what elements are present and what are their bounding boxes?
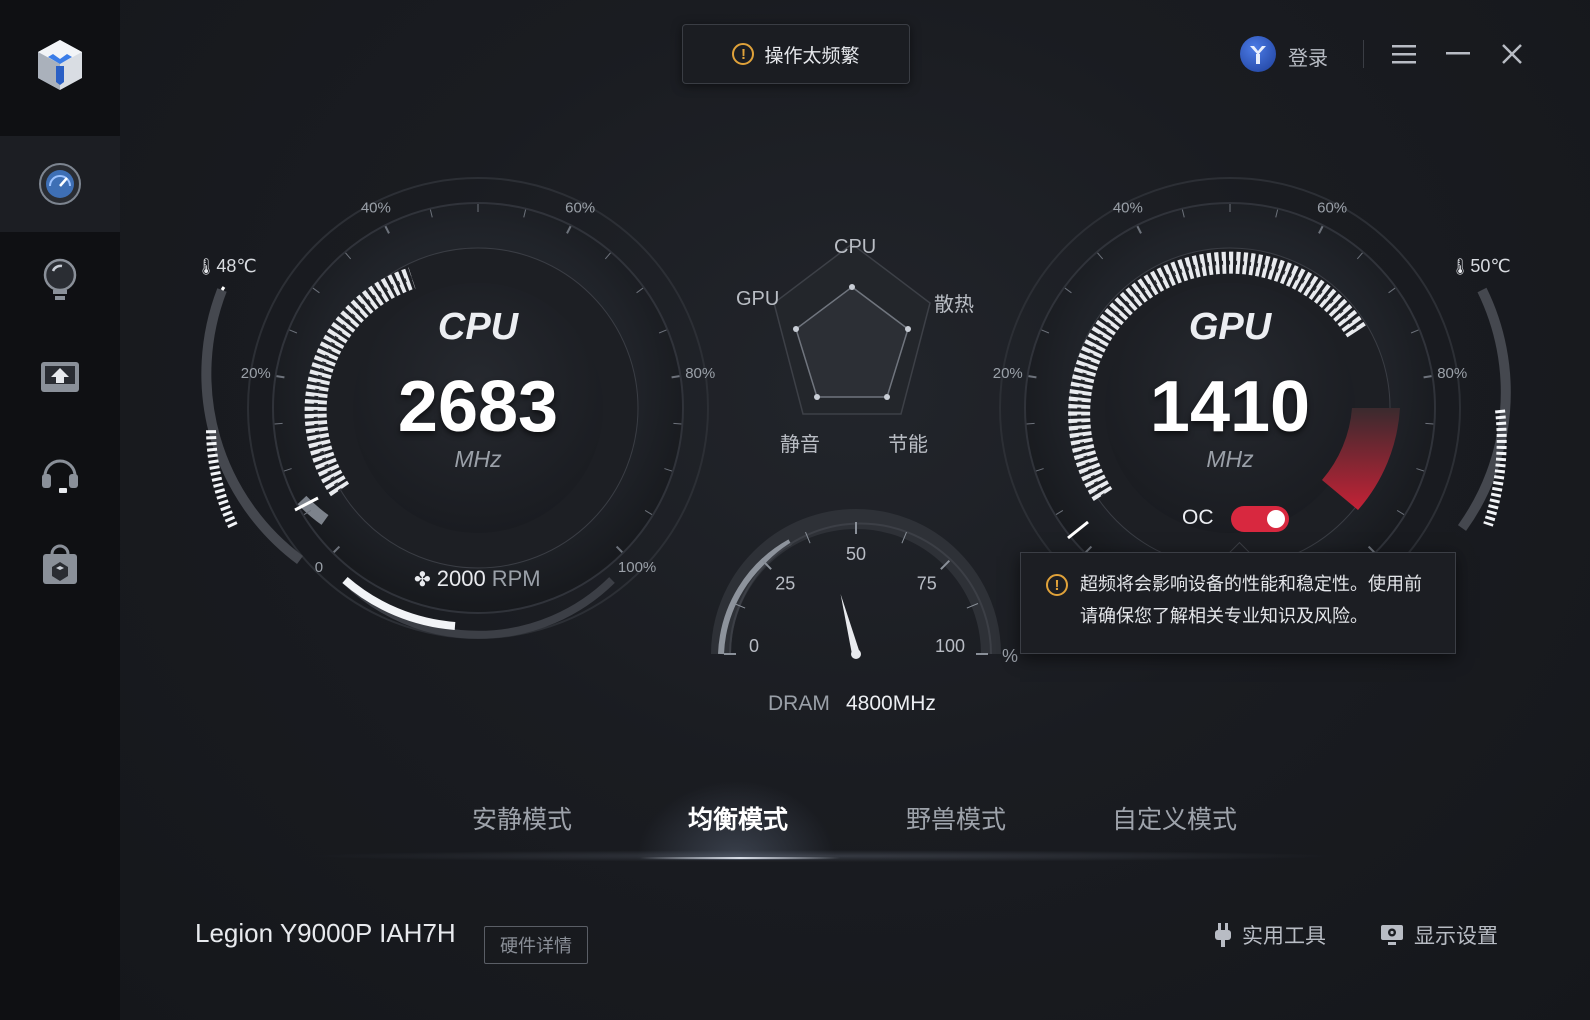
device-name: Legion Y9000P IAH7H <box>195 918 456 948</box>
radar-label-gpu: GPU <box>736 288 780 310</box>
sidebar-item-audio[interactable] <box>0 424 120 520</box>
tick-mark <box>1028 375 1037 379</box>
mode-tab[interactable]: 自定义模式 <box>1112 800 1237 836</box>
gpu-temp-value: 50℃ <box>1470 256 1511 276</box>
sidebar-item-store[interactable] <box>0 516 120 612</box>
tooltip-warning-icon: ! <box>1046 574 1068 596</box>
tick-mark <box>1423 375 1432 379</box>
dram-needle <box>840 593 861 659</box>
tick-mark <box>274 422 283 425</box>
tick-label: 20% <box>993 365 1023 382</box>
fan-icon: ✤ <box>414 568 431 591</box>
needle-hub <box>851 649 861 659</box>
display-settings-link[interactable]: 显示设置 <box>1380 920 1498 950</box>
tick-mark <box>673 422 682 425</box>
shopping-bag-icon <box>43 544 77 584</box>
performance-radar <box>773 243 931 415</box>
oc-label: OC <box>1182 506 1214 529</box>
tools-label: 实用工具 <box>1242 925 1326 948</box>
tick-label: 100% <box>618 559 656 576</box>
dram-tick-label: 100 <box>935 636 965 656</box>
tooltip-text: 超频将会影响设备的性能和稳定性。使用前请确保您了解相关专业知识及风险。 <box>1080 574 1422 626</box>
needle <box>840 593 860 655</box>
dram-label: DRAM <box>768 692 830 715</box>
tick-mark <box>671 375 680 379</box>
upload-icon <box>41 362 79 392</box>
plug-icon <box>1215 923 1231 947</box>
tools-link[interactable]: 实用工具 <box>1214 920 1326 950</box>
tick-label: 60% <box>565 200 595 217</box>
display-settings-label: 显示设置 <box>1414 925 1498 948</box>
tick-label: 0 <box>315 559 323 576</box>
mode-tab[interactable]: 安静模式 <box>472 800 572 836</box>
oc-toggle[interactable] <box>1231 506 1289 532</box>
fan-value: 2000 <box>436 566 486 591</box>
tick-label: 80% <box>685 365 715 382</box>
monitor-settings-icon <box>1381 925 1403 945</box>
sidebar-item-dashboard[interactable] <box>0 136 120 232</box>
tick-label: 20% <box>241 365 271 382</box>
sidebar-item-update[interactable] <box>0 328 120 424</box>
tick-label: 80% <box>1437 365 1467 382</box>
tick-mark <box>1425 422 1434 425</box>
dram-tick-label: 75 <box>917 573 937 593</box>
dram-frequency: 4800MHz <box>846 692 936 715</box>
thermometer-icon: 🌡 <box>1450 259 1471 276</box>
tick-mark <box>276 375 285 379</box>
radar-label-eco: 节能 <box>888 434 928 456</box>
gpu-unit: MHz <box>1206 446 1254 472</box>
speedometer-icon <box>39 163 81 205</box>
gpu-frequency: 1410 <box>1149 367 1311 447</box>
tick-label: 40% <box>361 200 391 217</box>
cpu-temp: 🌡48℃ <box>196 256 257 277</box>
dram-tick-marks: 0 25 50 75 100 <box>724 522 988 656</box>
cpu-temp-value: 48℃ <box>216 256 257 276</box>
dram-tick-label: 25 <box>775 573 795 593</box>
bulb-icon <box>43 258 77 300</box>
cpu-title: CPU <box>437 306 519 348</box>
headset-icon <box>42 459 78 493</box>
fan-unit: RPM <box>491 566 541 591</box>
mode-tab[interactable]: 均衡模式 <box>688 800 788 836</box>
sidebar-item-lighting[interactable] <box>0 232 120 328</box>
radar-label-cpu: CPU <box>834 236 877 258</box>
cpu-unit: MHz <box>454 446 502 472</box>
thermometer-icon: 🌡 <box>196 259 217 276</box>
cpu-fan-speed: ✤ 2000 RPM <box>414 566 541 592</box>
sidebar <box>0 0 120 1020</box>
dram-tick-label: 50 <box>846 544 866 564</box>
toggle-knob <box>1267 510 1285 528</box>
active-mode-underline <box>640 857 840 859</box>
gpu-title: GPU <box>1188 306 1272 348</box>
radar-label-cooling: 散热 <box>934 294 974 316</box>
dram-tick-label: 0 <box>749 636 759 656</box>
cpu-frequency: 2683 <box>397 367 559 447</box>
tick-label: 60% <box>1317 200 1347 217</box>
radar-label-quiet: 静音 <box>780 434 820 456</box>
gpu-temp: 🌡50℃ <box>1450 256 1511 277</box>
mode-tab[interactable]: 野兽模式 <box>906 800 1006 836</box>
app-logo <box>34 38 86 97</box>
dram-gauge <box>711 509 1001 655</box>
dram-unit: % <box>1002 646 1019 666</box>
hardware-details-button[interactable]: 硬件详情 <box>484 926 588 964</box>
tick-mark <box>1026 422 1035 425</box>
tick-label: 40% <box>1113 200 1143 217</box>
